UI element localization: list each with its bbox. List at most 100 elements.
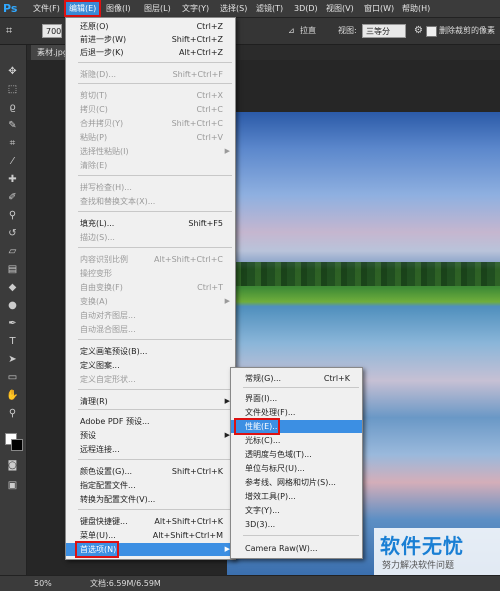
preferences-submenu: 常规(G)... Ctrl+K 界面(I)... 文件处理(F)... 性能(E)...… xyxy=(230,367,363,559)
menu-separator xyxy=(78,459,232,460)
eyedropper-tool-icon[interactable]: ⁄ xyxy=(5,155,20,168)
background-color-swatch[interactable] xyxy=(11,439,23,451)
zoom-tool-icon[interactable]: ⚲ xyxy=(5,407,20,420)
crop-preset-field[interactable]: 700 xyxy=(42,24,62,38)
crop-icon[interactable]: ⌗ xyxy=(6,18,12,44)
preferences-menu-item[interactable]: 光标(C)... xyxy=(231,434,362,447)
edit-menu-item[interactable]: 前进一步(W) Shift+Ctrl+Z xyxy=(66,33,235,46)
zoom-level[interactable]: 50% xyxy=(34,576,52,591)
menu-item-shortcut: Shift+Ctrl+K xyxy=(171,467,223,476)
lasso-tool-icon[interactable]: ϱ xyxy=(5,101,20,114)
tree-line xyxy=(227,262,500,286)
preferences-menu-item[interactable]: 单位与标尺(U)... xyxy=(231,462,362,475)
settings-gear-icon[interactable]: ⚙ xyxy=(414,18,423,44)
edit-menu-item: 操控变形 xyxy=(66,267,235,280)
menu-item-label: 光标(C)... xyxy=(245,436,281,445)
delete-pixels-label: 删除裁剪的像素 xyxy=(439,26,495,35)
menu-item-shortcut: Alt+Ctrl+Z xyxy=(179,48,223,57)
menu-item-label: 指定配置文件... xyxy=(80,481,136,490)
edit-menu-item[interactable]: 填充(L)... Shift+F5 xyxy=(66,217,235,230)
straighten-icon[interactable]: ⊿ xyxy=(288,18,295,44)
preferences-menu-item[interactable]: 参考线、网格和切片(S)... xyxy=(231,476,362,489)
menu-item-label: 描边(S)... xyxy=(80,233,115,242)
menu-item-shortcut: Alt+Shift+Ctrl+M xyxy=(152,531,223,540)
hand-tool-icon[interactable]: ✋ xyxy=(5,389,20,402)
preferences-menu-item[interactable]: 3D(3)... xyxy=(231,518,362,531)
edit-menu-item[interactable]: 键盘快捷键... Alt+Shift+Ctrl+K xyxy=(66,515,235,528)
type-tool-icon[interactable]: T xyxy=(5,335,20,348)
edit-menu-item: 拷贝(C) Ctrl+C xyxy=(66,103,235,116)
edit-menu-item: 描边(S)... xyxy=(66,231,235,244)
document-info[interactable]: 文档:6.59M/6.59M xyxy=(90,576,161,591)
menu-item-label: 清除(E) xyxy=(80,161,108,170)
preferences-menu-item[interactable]: 常规(G)... Ctrl+K xyxy=(231,372,362,385)
eraser-tool-icon[interactable]: ▱ xyxy=(5,245,20,258)
dodge-tool-icon[interactable]: ● xyxy=(5,299,20,312)
menu-item-shortcut: Alt+Shift+Ctrl+K xyxy=(154,517,223,526)
history-brush-tool-icon[interactable]: ↺ xyxy=(5,227,20,240)
menu-item-label: 自动混合图层... xyxy=(80,325,136,334)
pen-tool-icon[interactable]: ✒ xyxy=(5,317,20,330)
menu-3d[interactable]: 3D(D) xyxy=(294,0,318,17)
preferences-menu-item[interactable]: 增效工具(P)... xyxy=(231,490,362,503)
menu-item-label: 透明度与色域(T)... xyxy=(245,450,312,459)
edit-menu-item[interactable]: 转换为配置文件(V)... xyxy=(66,493,235,506)
menu-type[interactable]: 文字(Y) xyxy=(182,0,209,17)
menu-item-label: 内容识别比例 xyxy=(80,255,128,264)
menu-window[interactable]: 窗口(W) xyxy=(364,0,394,17)
quick-select-tool-icon[interactable]: ✎ xyxy=(5,119,20,132)
edit-menu-item[interactable]: 定义画笔预设(B)... xyxy=(66,345,235,358)
healing-brush-tool-icon[interactable]: ✚ xyxy=(5,173,20,186)
preferences-menu-item[interactable]: 界面(I)... xyxy=(231,392,362,405)
edit-menu-item[interactable]: 预设 ▶ xyxy=(66,429,235,442)
edit-menu-item[interactable]: 定义图案... xyxy=(66,359,235,372)
menu-edit[interactable]: 编辑(E) xyxy=(64,0,102,17)
shape-tool-icon[interactable]: ▭ xyxy=(5,371,20,384)
delete-pixels-checkbox[interactable] xyxy=(426,26,437,37)
menu-image[interactable]: 图像(I) xyxy=(106,0,131,17)
menu-item-shortcut: Ctrl+V xyxy=(196,133,223,142)
menu-item-shortcut: Shift+Ctrl+C xyxy=(171,119,223,128)
edit-menu-item[interactable]: 远程连接... xyxy=(66,443,235,456)
menu-file[interactable]: 文件(F) xyxy=(33,0,60,17)
screen-mode-icon[interactable]: ▣ xyxy=(5,479,20,492)
preferences-menu-item[interactable]: Camera Raw(W)... xyxy=(231,542,362,555)
edit-menu-item[interactable]: 还原(O) Ctrl+Z xyxy=(66,20,235,33)
edit-menu-item[interactable]: 指定配置文件... xyxy=(66,479,235,492)
menu-select[interactable]: 选择(S) xyxy=(220,0,247,17)
crop-tool-icon[interactable]: ⌗ xyxy=(5,137,20,150)
preferences-menu-item[interactable]: 文字(Y)... xyxy=(231,504,362,517)
brush-tool-icon[interactable]: ✐ xyxy=(5,191,20,204)
blur-tool-icon[interactable]: ◆ xyxy=(5,281,20,294)
menu-separator xyxy=(78,211,232,212)
preferences-menu-item[interactable]: 透明度与色域(T)... xyxy=(231,448,362,461)
edit-menu-item: 自动混合图层... xyxy=(66,323,235,336)
menu-view[interactable]: 视图(V) xyxy=(326,0,354,17)
edit-menu-item[interactable]: 后退一步(K) Alt+Ctrl+Z xyxy=(66,46,235,59)
edit-menu-item[interactable]: 清理(R) ▶ xyxy=(66,395,235,408)
view-overlay-select[interactable]: 三等分 xyxy=(362,24,406,38)
watermark-subtitle: 努力解决软件问题 xyxy=(382,561,455,571)
quick-mask-icon[interactable]: ◙ xyxy=(5,459,20,472)
move-tool-icon[interactable]: ✥ xyxy=(5,65,20,78)
menu-item-label: 单位与标尺(U)... xyxy=(245,464,305,473)
edit-menu-item[interactable]: 颜色设置(G)... Shift+Ctrl+K xyxy=(66,465,235,478)
menu-item-label: 还原(O) xyxy=(80,22,109,31)
edit-menu-item[interactable]: Adobe PDF 预设... xyxy=(66,415,235,428)
menu-help[interactable]: 帮助(H) xyxy=(402,0,430,17)
menu-layer[interactable]: 图层(L) xyxy=(144,0,171,17)
menu-separator xyxy=(78,409,232,410)
menu-item-label: 选择性粘贴(I) xyxy=(80,147,129,156)
tools-panel: ✥ ⬚ ϱ ✎ ⌗ ⁄ ✚ ✐ ⚲ ↺ ▱ ▤ ◆ ● ✒ T ➤ ▭ ✋ ⚲ … xyxy=(0,45,27,575)
menu-filter[interactable]: 滤镜(T) xyxy=(256,0,283,17)
gradient-tool-icon[interactable]: ▤ xyxy=(5,263,20,276)
path-select-tool-icon[interactable]: ➤ xyxy=(5,353,20,366)
menu-item-label: 远程连接... xyxy=(80,445,120,454)
clone-stamp-tool-icon[interactable]: ⚲ xyxy=(5,209,20,222)
edit-menu-item: 内容识别比例 Alt+Shift+Ctrl+C xyxy=(66,253,235,266)
menu-item-shortcut: Shift+F5 xyxy=(188,219,223,228)
menu-item-label: 文字(Y)... xyxy=(245,506,280,515)
straighten-label[interactable]: 拉直 xyxy=(300,18,316,44)
menu-item-shortcut: Ctrl+C xyxy=(196,105,223,114)
marquee-tool-icon[interactable]: ⬚ xyxy=(5,83,20,96)
